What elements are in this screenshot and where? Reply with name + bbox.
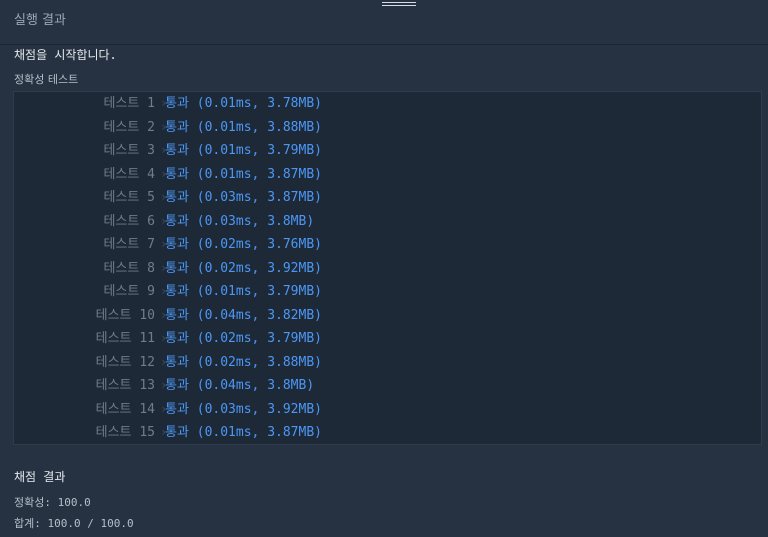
test-status: 통과 xyxy=(165,237,189,252)
test-status: 통과 xyxy=(165,331,189,346)
test-status: 통과 xyxy=(165,354,189,370)
test-status: 통과 xyxy=(165,166,189,182)
test-status: 통과 xyxy=(165,260,189,276)
test-name: 테스트 11 xyxy=(95,331,155,346)
test-detail: (0.03ms, 3.87MB) xyxy=(196,190,322,205)
test-row: 테스트 6 › 통과 (0.03ms, 3.8MB) xyxy=(14,210,761,233)
test-result: 통과 (0.01ms, 3.79MB) xyxy=(165,280,322,303)
test-detail: (0.01ms, 3.88MB) xyxy=(196,119,322,135)
test-result: 통과 (0.01ms, 3.87MB) xyxy=(165,163,322,186)
test-name: 테스트 1 xyxy=(103,96,155,111)
test-row: 테스트 1 › 통과 (0.01ms, 3.78MB) xyxy=(14,92,761,115)
grading-accuracy: 정확성: 100.0 xyxy=(14,496,91,509)
test-name: 테스트 5 xyxy=(103,190,155,205)
test-status: 통과 xyxy=(165,378,189,393)
test-detail: (0.03ms, 3.8MB) xyxy=(196,213,315,229)
test-name: 테스트 6 xyxy=(103,213,155,229)
test-result: 통과 (0.02ms, 3.92MB) xyxy=(165,257,322,280)
test-row: 테스트 15 › 통과 (0.01ms, 3.87MB) xyxy=(14,421,761,444)
test-detail: (0.02ms, 3.79MB) xyxy=(196,331,322,346)
test-detail: (0.01ms, 3.87MB) xyxy=(196,425,322,440)
grading-total: 합계: 100.0 / 100.0 xyxy=(14,517,134,530)
test-detail: (0.02ms, 3.76MB) xyxy=(196,237,322,252)
test-status: 통과 xyxy=(165,401,189,417)
test-row: 테스트 4 › 통과 (0.01ms, 3.87MB) xyxy=(14,163,761,186)
test-row: 테스트 14 › 통과 (0.03ms, 3.92MB) xyxy=(14,398,761,421)
test-name: 테스트 15 xyxy=(95,425,155,440)
test-status: 통과 xyxy=(165,307,189,323)
test-detail: (0.04ms, 3.82MB) xyxy=(196,307,322,323)
test-result: 통과 (0.02ms, 3.76MB) xyxy=(165,233,322,256)
drag-handle-icon[interactable] xyxy=(382,2,416,8)
test-result: 통과 (0.03ms, 3.8MB) xyxy=(165,210,314,233)
execution-result-panel: 실행 결과 채점을 시작합니다. 정확성 테스트 테스트 1 › 통과 (0.01m… xyxy=(0,0,768,537)
test-name: 테스트 4 xyxy=(103,166,155,182)
test-results-list: 테스트 1 › 통과 (0.01ms, 3.78MB) 테스트 2 › 통과 (0.01m… xyxy=(13,91,762,445)
test-result: 통과 (0.01ms, 3.78MB) xyxy=(165,92,322,115)
test-status: 통과 xyxy=(165,284,189,299)
test-result: 통과 (0.03ms, 3.87MB) xyxy=(165,186,322,209)
test-row: 테스트 10 › 통과 (0.04ms, 3.82MB) xyxy=(14,304,761,327)
test-result: 통과 (0.04ms, 3.82MB) xyxy=(165,304,322,327)
test-row: 테스트 13 › 통과 (0.04ms, 3.8MB) xyxy=(14,374,761,397)
test-status: 통과 xyxy=(165,143,189,158)
test-detail: (0.02ms, 3.88MB) xyxy=(196,354,322,370)
test-detail: (0.02ms, 3.92MB) xyxy=(196,260,322,276)
test-name: 테스트 7 xyxy=(103,237,155,252)
test-row: 테스트 7 › 통과 (0.02ms, 3.76MB) xyxy=(14,233,761,256)
test-row: 테스트 3 › 통과 (0.01ms, 3.79MB) xyxy=(14,139,761,162)
test-name: 테스트 14 xyxy=(95,401,155,417)
test-name: 테스트 2 xyxy=(103,119,155,135)
test-row: 테스트 12 › 통과 (0.02ms, 3.88MB) xyxy=(14,351,761,374)
test-result: 통과 (0.01ms, 3.79MB) xyxy=(165,139,322,162)
test-row: 테스트 8 › 통과 (0.02ms, 3.92MB) xyxy=(14,257,761,280)
test-status: 통과 xyxy=(165,425,189,440)
test-result: 통과 (0.01ms, 3.88MB) xyxy=(165,116,322,139)
test-row: 테스트 2 › 통과 (0.01ms, 3.88MB) xyxy=(14,116,761,139)
test-name: 테스트 12 xyxy=(95,354,155,370)
test-detail: (0.03ms, 3.92MB) xyxy=(196,401,322,417)
test-name: 테스트 13 xyxy=(95,378,155,393)
test-status: 통과 xyxy=(165,213,189,229)
test-status: 통과 xyxy=(165,190,189,205)
test-name: 테스트 9 xyxy=(103,284,155,299)
test-name: 테스트 3 xyxy=(103,143,155,158)
test-detail: (0.01ms, 3.79MB) xyxy=(196,143,322,158)
test-row: 테스트 9 › 통과 (0.01ms, 3.79MB) xyxy=(14,280,761,303)
test-detail: (0.01ms, 3.79MB) xyxy=(196,284,322,299)
test-result: 통과 (0.02ms, 3.88MB) xyxy=(165,351,322,374)
grading-result-title: 채점 결과 xyxy=(14,470,66,484)
header-title: 실행 결과 xyxy=(14,13,66,28)
test-result: 통과 (0.02ms, 3.79MB) xyxy=(165,327,322,350)
test-result: 통과 (0.03ms, 3.92MB) xyxy=(165,398,322,421)
test-status: 통과 xyxy=(165,119,189,135)
test-status: 통과 xyxy=(165,96,189,111)
test-name: 테스트 8 xyxy=(103,260,155,276)
test-detail: (0.04ms, 3.8MB) xyxy=(196,378,315,393)
test-row: 테스트 5 › 통과 (0.03ms, 3.87MB) xyxy=(14,186,761,209)
test-row: 테스트 11 › 통과 (0.02ms, 3.79MB) xyxy=(14,327,761,350)
section-label-accuracy-tests: 정확성 테스트 xyxy=(14,73,79,86)
test-result: 통과 (0.01ms, 3.87MB) xyxy=(165,421,322,444)
test-result: 통과 (0.04ms, 3.8MB) xyxy=(165,374,314,397)
test-detail: (0.01ms, 3.78MB) xyxy=(196,96,322,111)
test-name: 테스트 10 xyxy=(95,307,155,323)
test-detail: (0.01ms, 3.87MB) xyxy=(196,166,322,182)
grading-start-message: 채점을 시작합니다. xyxy=(14,48,117,62)
